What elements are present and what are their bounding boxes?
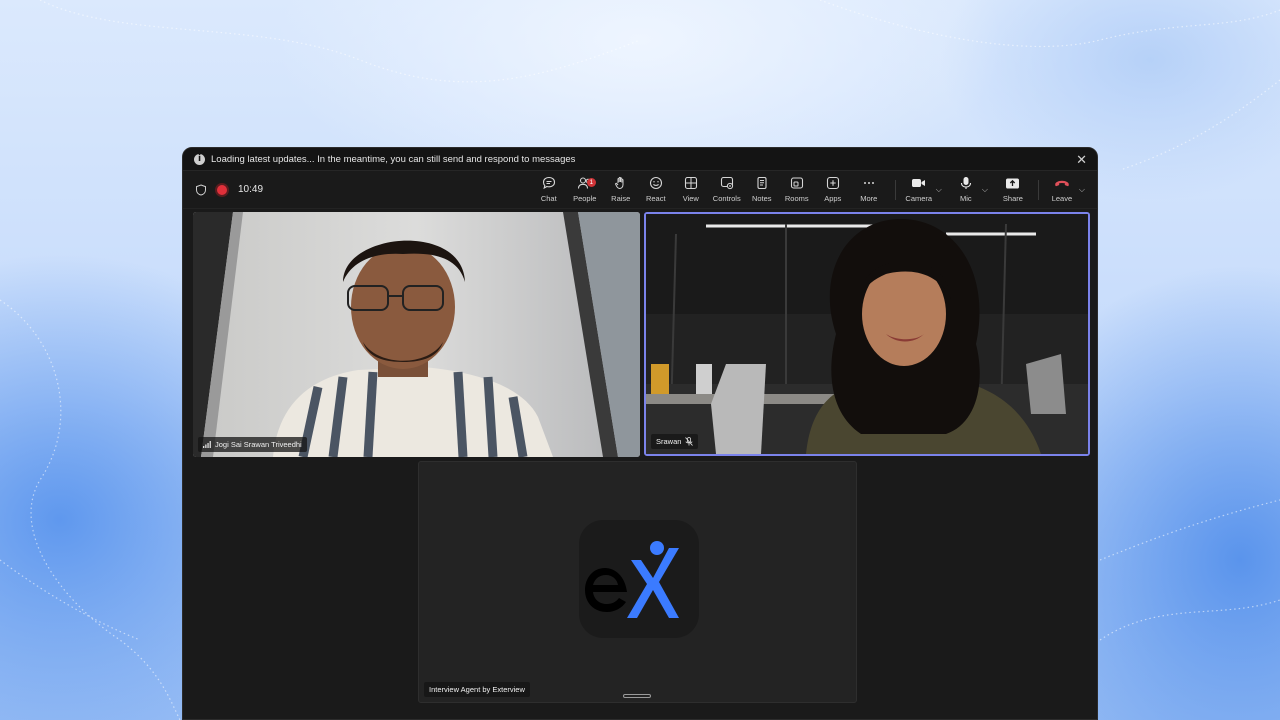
raise-label: Raise — [611, 194, 631, 203]
hand-icon — [614, 176, 624, 190]
controls-label: Controls — [712, 194, 741, 203]
participant-name-tag-3: Interview Agent by Exterview — [424, 682, 530, 697]
recording-indicator — [215, 182, 229, 197]
toolbar-divider-2 — [1037, 179, 1039, 200]
view-button[interactable]: View — [673, 175, 709, 208]
panel-drag-handle[interactable] — [623, 694, 651, 698]
toolbar-actions: Chat 1 People Raise React View Controls … — [531, 171, 1089, 208]
apps-button[interactable]: Apps — [815, 175, 851, 208]
people-label: People — [573, 194, 597, 203]
more-label: More — [860, 194, 878, 203]
participant-tile-3[interactable]: Interview Agent by Exterview — [418, 461, 857, 703]
react-button[interactable]: React — [639, 175, 673, 208]
exterview-logo — [579, 520, 699, 638]
mic-label: Mic — [960, 194, 972, 203]
share-icon — [1006, 178, 1020, 188]
react-label: React — [645, 194, 666, 203]
participant-video-1 — [193, 212, 640, 457]
raise-hand-button[interactable]: Raise — [603, 175, 639, 208]
camera-label: Camera — [905, 194, 933, 203]
people-count-badge: 1 — [586, 178, 596, 187]
mic-button[interactable]: Mic — [952, 175, 980, 208]
meeting-timer: 10:49 — [238, 184, 264, 195]
camera-button[interactable]: Camera — [904, 175, 934, 208]
video-stage: Jogi Sai Srawan Triveedhi Srawan Intervi… — [183, 210, 1097, 719]
signal-bars-icon — [203, 441, 211, 448]
leave-label: Leave — [1051, 194, 1073, 203]
smile-icon — [649, 176, 662, 190]
leave-button[interactable]: Leave — [1047, 175, 1077, 208]
participant-name-tag-2: Srawan — [651, 434, 699, 449]
participant-name-2: Srawan — [656, 437, 682, 446]
share-label: Share — [1002, 194, 1023, 203]
notes-label: Notes — [751, 194, 772, 203]
banner-message: Loading latest updates... In the meantim… — [211, 153, 576, 165]
phone-hangup-icon — [1055, 180, 1069, 187]
more-button[interactable]: More — [851, 175, 887, 208]
info-icon: i — [194, 153, 205, 165]
camera-icon — [912, 179, 926, 187]
rooms-label: Rooms — [784, 194, 809, 203]
participant-name-3: Interview Agent by Exterview — [429, 685, 525, 694]
controls-button[interactable]: Controls — [709, 175, 745, 208]
camera-options-chevron[interactable]: ⌵ — [936, 185, 942, 195]
participant-video-2 — [646, 214, 1088, 454]
teams-meeting-window: i Loading latest updates... In the meant… — [182, 147, 1098, 720]
more-icon — [863, 182, 874, 184]
meeting-toolbar: 10:49 Chat 1 People Raise React View Con… — [183, 171, 1097, 209]
rooms-icon — [790, 177, 803, 189]
participant-name-1: Jogi Sai Srawan Triveedhi — [215, 440, 302, 449]
mic-options-chevron[interactable]: ⌵ — [982, 185, 988, 195]
apps-icon — [826, 176, 839, 190]
participant-tile-1[interactable]: Jogi Sai Srawan Triveedhi — [193, 212, 640, 457]
view-label: View — [682, 194, 699, 203]
chat-icon — [542, 176, 555, 190]
people-button[interactable]: 1 People — [567, 175, 603, 208]
toolbar-divider — [894, 179, 896, 200]
update-banner: i Loading latest updates... In the meant… — [183, 148, 1097, 171]
grid-icon — [684, 176, 697, 190]
participant-name-tag-1: Jogi Sai Srawan Triveedhi — [198, 437, 307, 452]
participant-tile-2[interactable]: Srawan — [644, 212, 1090, 456]
mic-icon — [960, 177, 971, 189]
chat-button[interactable]: Chat — [531, 175, 567, 208]
mic-muted-icon — [685, 437, 694, 446]
notes-icon — [757, 176, 767, 190]
chat-label: Chat — [540, 194, 557, 203]
close-icon[interactable]: ✕ — [1076, 153, 1087, 166]
rooms-button[interactable]: Rooms — [779, 175, 815, 208]
shield-icon — [196, 183, 206, 196]
share-button[interactable]: Share — [996, 175, 1030, 208]
leave-options-chevron[interactable]: ⌵ — [1079, 185, 1085, 195]
notes-button[interactable]: Notes — [745, 175, 779, 208]
apps-label: Apps — [824, 194, 842, 203]
controls-icon — [720, 176, 733, 190]
